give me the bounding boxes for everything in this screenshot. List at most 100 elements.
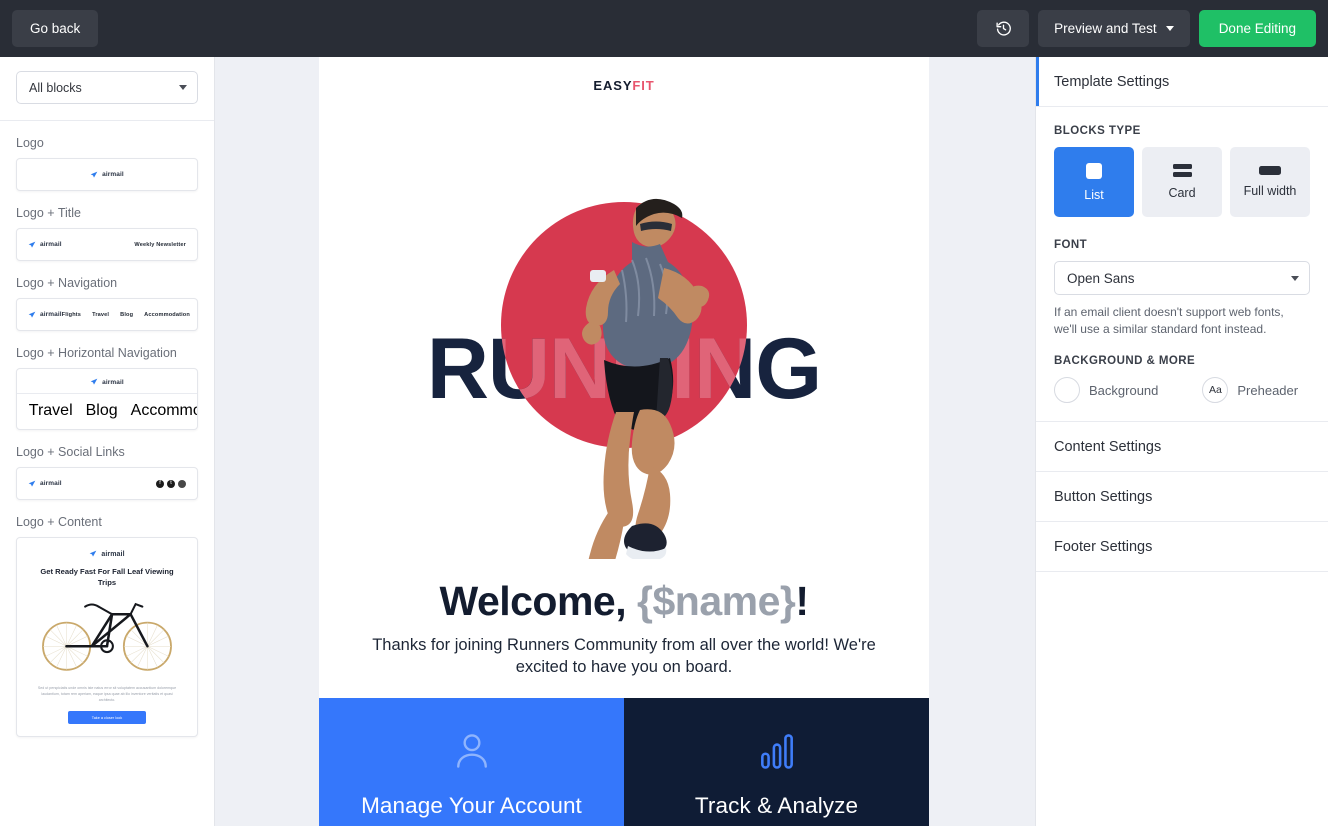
airmail-logo-text: airmail: [40, 311, 62, 318]
blocks-list[interactable]: Logo airmail Logo + Title airmail Weekly…: [0, 135, 214, 737]
paper-plane-icon: [90, 550, 97, 557]
background-row: Background Aa Preheader: [1054, 377, 1310, 403]
airmail-logo: airmail: [90, 378, 124, 386]
done-editing-button[interactable]: Done Editing: [1198, 10, 1316, 47]
nav-link: Blog: [85, 402, 118, 419]
email-brand-header: EASYFIT: [319, 57, 929, 114]
background-label: Background: [1089, 382, 1159, 398]
nav-link: Accommodation: [130, 402, 197, 419]
block-preview-logo-hnav[interactable]: airmail Flights Travel Blog Accommodatio…: [16, 368, 198, 430]
block-preview-logo-nav[interactable]: airmail Flights Travel Blog Accommodatio…: [16, 298, 198, 331]
block-group-logo-nav: Logo + Navigation airmail Flights Travel…: [16, 275, 198, 331]
nav-links: Flights Travel Blog Accommodation: [62, 312, 190, 318]
social-links: f t: [156, 479, 186, 488]
toolbar-actions: Preview and Test Done Editing: [977, 10, 1316, 47]
blocks-filter-value: All blocks: [29, 80, 82, 95]
block-preview-logo-social[interactable]: airmail f t: [16, 467, 198, 500]
block-label: Logo + Content: [16, 515, 102, 529]
chevron-down-icon: [1165, 26, 1174, 31]
paper-plane-icon: [90, 171, 98, 178]
instagram-icon: [178, 479, 186, 488]
merge-tag: {$name}: [637, 578, 796, 624]
welcome-subtitle: Thanks for joining Runners Community fro…: [372, 636, 876, 676]
settings-panel: Template Settings BLOCKS TYPE List Card …: [1035, 57, 1328, 826]
template-settings-body: BLOCKS TYPE List Card Full width FONT Op…: [1036, 107, 1328, 422]
nav-link: Flights: [61, 311, 82, 318]
block-preview-logo-title[interactable]: airmail Weekly Newsletter: [16, 228, 198, 261]
airmail-logo: airmail: [28, 480, 62, 488]
section-title: Content Settings: [1054, 438, 1162, 455]
feature-column-track[interactable]: Track & Analyze: [624, 698, 929, 826]
block-group-logo-title: Logo + Title airmail Weekly Newsletter: [16, 205, 198, 261]
feature-title: Track & Analyze: [694, 793, 859, 818]
user-icon: [456, 734, 487, 768]
nav-link: Travel: [28, 402, 73, 419]
blocks-filter-select[interactable]: All blocks: [16, 71, 198, 104]
blocks-filter-wrap: All blocks: [0, 57, 214, 121]
section-template-settings[interactable]: Template Settings: [1036, 57, 1328, 107]
blocks-type-label: List: [1084, 187, 1104, 202]
block-preview-logo[interactable]: airmail: [16, 158, 198, 191]
content-body: Sed ut perspiciatis unde omnis iste natu…: [37, 686, 177, 702]
welcome-section[interactable]: Welcome, {$name}! Thanks for joining Run…: [319, 559, 929, 698]
square-icon: [1086, 162, 1102, 179]
blocks-type-list[interactable]: List: [1054, 147, 1134, 217]
brand-first: EASY: [593, 78, 633, 93]
welcome-suffix: !: [795, 578, 809, 624]
block-label: Logo: [16, 136, 44, 150]
nav-link: Travel: [92, 311, 110, 318]
blocks-type-full-width[interactable]: Full width: [1230, 147, 1310, 217]
chevron-down-icon: [1291, 275, 1299, 281]
blocks-type-label: Card: [1168, 186, 1196, 200]
background-color-swatch[interactable]: [1054, 377, 1080, 403]
top-toolbar: Go back Preview and Test Done Editing: [0, 0, 1328, 57]
blocks-type-options: List Card Full width: [1054, 147, 1310, 217]
block-label: Logo + Horizontal Navigation: [16, 346, 177, 360]
preview-label: Preview and Test: [1054, 21, 1157, 36]
feature-title: Manage Your Account: [361, 793, 582, 818]
go-back-button[interactable]: Go back: [12, 10, 99, 47]
email-template[interactable]: EASYFIT RUNNING RUNNING: [319, 57, 929, 826]
preheader-swatch[interactable]: Aa: [1202, 377, 1229, 403]
block-group-logo-social: Logo + Social Links airmail f t: [16, 444, 198, 500]
block-group-logo: Logo airmail: [16, 135, 198, 191]
nav-link: Blog: [120, 311, 134, 318]
preview-and-test-button[interactable]: Preview and Test: [1038, 10, 1190, 47]
paper-plane-icon: [90, 378, 98, 385]
nav-link: Accommodation: [144, 311, 190, 318]
font-caption: FONT: [1054, 239, 1088, 251]
block-preview-logo-content[interactable]: airmail Get Ready Fast For Fall Leaf Vie…: [16, 537, 198, 737]
airmail-logo-text: airmail: [101, 550, 125, 558]
history-button[interactable]: [977, 10, 1030, 47]
brand-second: FIT: [632, 78, 655, 93]
section-title: Template Settings: [1054, 73, 1170, 90]
email-canvas: EASYFIT RUNNING RUNNING: [215, 57, 1035, 826]
wide-bar-icon: [1259, 166, 1281, 175]
feature-columns: Manage Your Account Track & Analyze: [319, 698, 929, 826]
block-label: Logo + Navigation: [16, 276, 118, 290]
blocks-type-caption: BLOCKS TYPE: [1054, 125, 1141, 137]
block-group-logo-hnav: Logo + Horizontal Navigation airmail Fli…: [16, 345, 198, 430]
paper-plane-icon: [28, 241, 36, 248]
block-title-text: Weekly Newsletter: [134, 241, 186, 248]
hero-section[interactable]: RUNNING RUNNING: [319, 114, 929, 559]
blocks-type-card[interactable]: Card: [1142, 147, 1222, 217]
feature-column-account[interactable]: Manage Your Account: [319, 698, 624, 826]
bar-chart-icon: [760, 734, 793, 769]
airmail-logo-text: airmail: [102, 171, 124, 178]
airmail-logo: airmail: [89, 550, 125, 558]
section-content-settings[interactable]: Content Settings: [1036, 422, 1328, 472]
paper-plane-icon: [28, 311, 36, 318]
facebook-icon: f: [156, 479, 164, 488]
content-cta-button[interactable]: Take a closer look: [68, 711, 146, 724]
airmail-logo-text: airmail: [40, 480, 62, 487]
font-select[interactable]: Open Sans: [1054, 261, 1310, 295]
font-value: Open Sans: [1067, 270, 1135, 286]
blocks-sidebar: All blocks Logo airmail Logo + Title air…: [0, 57, 215, 826]
welcome-prefix: Welcome,: [439, 578, 638, 624]
section-footer-settings[interactable]: Footer Settings: [1036, 522, 1328, 572]
bicycle-illustration: [42, 602, 172, 671]
preheader-label: Preheader: [1237, 382, 1299, 398]
welcome-heading: Welcome, {$name}!: [359, 575, 889, 627]
section-button-settings[interactable]: Button Settings: [1036, 472, 1328, 522]
